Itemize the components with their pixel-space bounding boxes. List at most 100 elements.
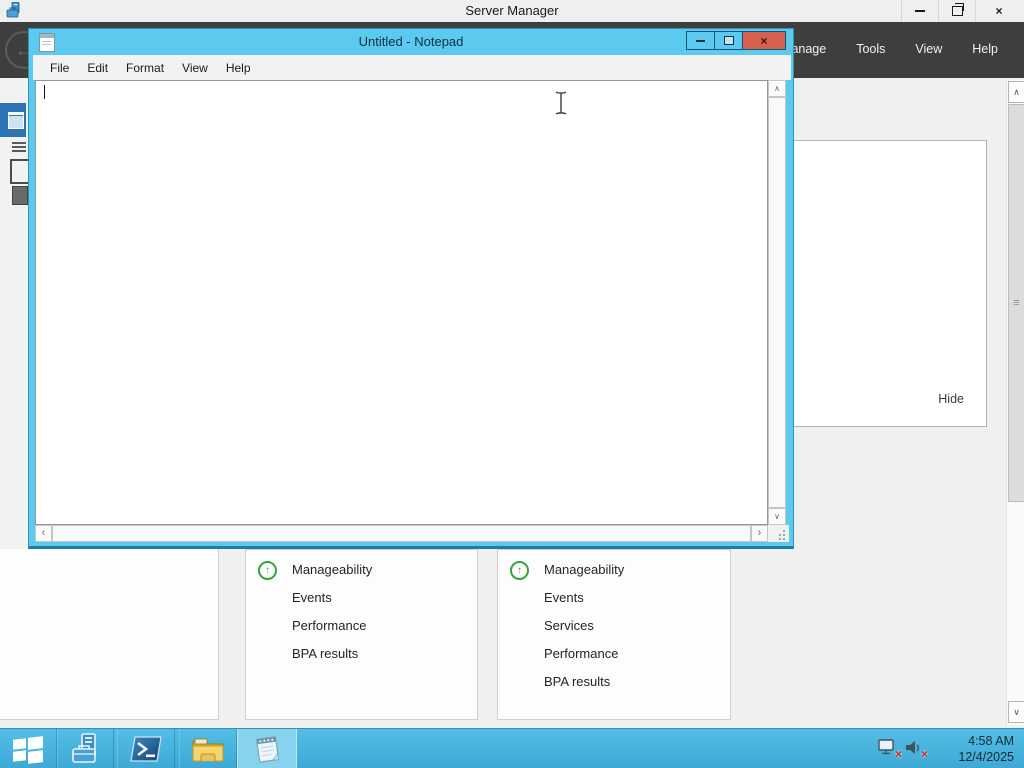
scrollbar-thumb[interactable] <box>52 525 751 542</box>
clock-time: 4:58 AM <box>968 733 1014 748</box>
tile-row-performance[interactable]: Performance <box>246 612 477 640</box>
notepad-title: Untitled - Notepad <box>358 34 464 49</box>
status-up-icon: ↑ <box>510 561 529 580</box>
tile-row-label: BPA results <box>292 646 359 661</box>
windows-logo-icon <box>13 735 43 764</box>
tile-row-label: Events <box>292 590 332 605</box>
taskbar-server-manager-button[interactable] <box>57 729 114 768</box>
volume-muted-icon[interactable]: × <box>904 739 928 761</box>
taskbar-file-explorer-button[interactable] <box>179 729 237 768</box>
chevron-down-icon: ∨ <box>774 512 780 521</box>
scroll-down-button[interactable]: ∨ <box>768 508 786 525</box>
network-status-icon[interactable]: × <box>878 738 902 761</box>
np-close-button[interactable]: × <box>743 31 786 50</box>
menu-item-help[interactable]: Help <box>972 42 998 56</box>
tile-row-label: Services <box>544 618 594 633</box>
restore-icon <box>951 3 964 16</box>
start-button[interactable] <box>0 729 57 768</box>
notepad-vertical-scrollbar[interactable]: ∧ ∨ <box>768 80 786 525</box>
grip-dots-icon <box>783 530 785 532</box>
chevron-left-icon: ‹ <box>41 527 46 539</box>
np-minimize-button[interactable] <box>686 31 715 50</box>
scrollbar-thumb[interactable]: ≡ <box>1008 104 1024 502</box>
scrollbar-thumb[interactable] <box>768 97 786 508</box>
tile-row-manageability[interactable]: ↑ Manageability <box>246 556 477 584</box>
taskbar-clock[interactable]: 4:58 AM 12/4/2025 <box>930 733 1024 765</box>
tile-row-services[interactable]: Services <box>498 612 730 640</box>
scroll-down-button[interactable]: ∨ <box>1008 701 1024 723</box>
server-manager-sidebar <box>0 78 30 549</box>
server-manager-window-controls: × <box>901 0 1022 22</box>
sidebar-icon-partial[interactable] <box>10 159 30 184</box>
maximize-icon <box>723 36 734 45</box>
error-badge-icon: × <box>894 746 902 761</box>
tile-row-label: BPA results <box>544 674 611 689</box>
server-manager-scrollbar[interactable]: ∧ ≡ ∨ <box>1006 80 1024 725</box>
resize-grip[interactable] <box>768 525 789 542</box>
close-icon: × <box>995 4 1003 18</box>
chevron-down-icon: ∨ <box>1013 707 1020 717</box>
notepad-window-controls: × <box>686 31 786 50</box>
scroll-up-button[interactable]: ∧ <box>768 80 786 97</box>
server-manager-icon <box>71 732 96 763</box>
menu-item-format[interactable]: Format <box>117 61 173 75</box>
hide-button[interactable]: Hide <box>938 392 964 406</box>
notepad-window: Untitled - Notepad × File Edit Format Vi… <box>28 28 794 549</box>
notepad-menubar: File Edit Format View Help <box>33 55 791 80</box>
sm-close-button[interactable]: × <box>975 0 1022 22</box>
menu-item-file[interactable]: File <box>41 61 78 75</box>
np-maximize-button[interactable] <box>715 31 743 50</box>
scroll-left-button[interactable]: ‹ <box>35 525 52 542</box>
tile-row-bpa-results[interactable]: BPA results <box>246 640 477 668</box>
server-manager-titlebar[interactable]: Server Manager × <box>0 0 1024 22</box>
tile-row-label: Manageability <box>544 562 625 577</box>
tile-row-label: Performance <box>544 646 619 661</box>
status-up-icon: ↑ <box>258 561 277 580</box>
chevron-up-icon: ∧ <box>1013 87 1020 97</box>
tile-row-events[interactable]: Events <box>498 584 730 612</box>
tile-row-events[interactable]: Events <box>246 584 477 612</box>
dashboard-tile-partial <box>0 549 219 720</box>
clock-date: 12/4/2025 <box>958 749 1014 764</box>
taskbar-notepad-button[interactable] <box>237 729 297 768</box>
menu-item-help[interactable]: Help <box>217 61 260 75</box>
dashboard-icon <box>8 112 24 129</box>
file-explorer-icon <box>192 738 224 761</box>
taskbar: × × 4:58 AM 12/4/2025 <box>0 728 1024 768</box>
notepad-text-area[interactable] <box>35 80 768 525</box>
tile-row-performance[interactable]: Performance <box>498 640 730 668</box>
dashboard-tile-servers: ↑ Manageability Events Services Performa… <box>497 549 731 720</box>
minimize-icon <box>915 10 925 12</box>
scroll-up-button[interactable]: ∧ <box>1008 81 1024 103</box>
notepad-horizontal-scrollbar[interactable]: ‹ › <box>35 525 768 542</box>
error-badge-icon: × <box>920 746 928 761</box>
tile-row-label: Performance <box>292 618 367 633</box>
sidebar-icon-partial[interactable] <box>12 142 26 153</box>
server-manager-title: Server Manager <box>465 3 559 18</box>
scroll-right-button[interactable]: › <box>751 525 768 542</box>
taskbar-powershell-button[interactable] <box>117 729 175 768</box>
menu-item-view[interactable]: View <box>173 61 217 75</box>
menu-item-tools[interactable]: Tools <box>856 42 885 56</box>
sidebar-icon-partial[interactable] <box>12 186 28 205</box>
sm-restore-button[interactable] <box>938 0 975 22</box>
server-manager-menu: Manage Tools View Help <box>781 42 998 56</box>
tile-row-label: Manageability <box>292 562 373 577</box>
chevron-up-icon: ∧ <box>774 84 780 93</box>
menu-item-edit[interactable]: Edit <box>78 61 117 75</box>
ibeam-cursor <box>555 91 567 115</box>
tile-row-manageability[interactable]: ↑ Manageability <box>498 556 730 584</box>
sidebar-item-dashboard[interactable] <box>0 103 26 137</box>
notepad-icon <box>256 735 280 763</box>
minimize-icon <box>696 39 705 42</box>
powershell-icon <box>130 735 162 762</box>
chevron-right-icon: › <box>757 527 762 539</box>
tile-row-bpa-results[interactable]: BPA results <box>498 668 730 696</box>
sm-minimize-button[interactable] <box>901 0 938 22</box>
menu-item-view[interactable]: View <box>915 42 942 56</box>
tile-row-label: Events <box>544 590 584 605</box>
text-caret <box>44 85 45 99</box>
notepad-titlebar[interactable]: Untitled - Notepad × <box>29 29 793 55</box>
close-icon: × <box>760 33 768 48</box>
thumb-grip-icon: ≡ <box>1013 297 1020 309</box>
